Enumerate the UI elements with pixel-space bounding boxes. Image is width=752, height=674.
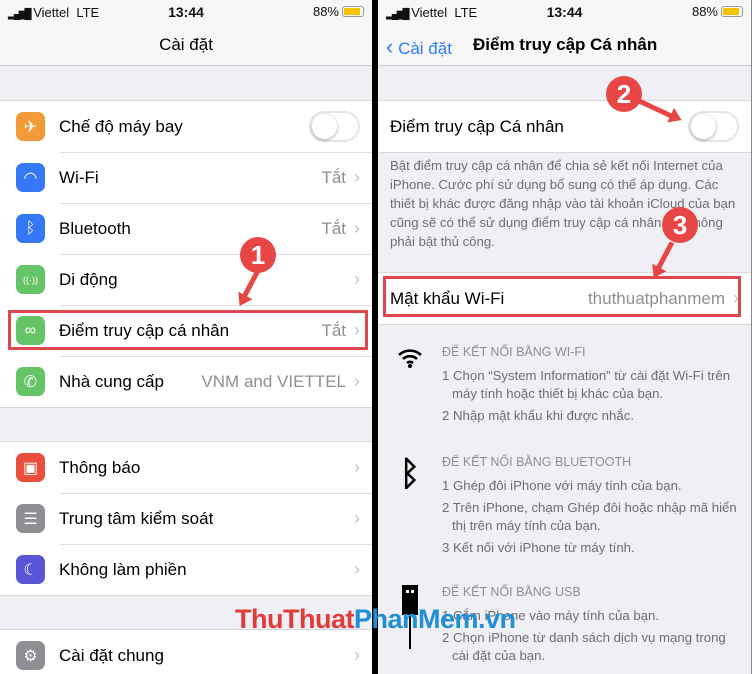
settings-row-bluetooth[interactable]: ᛒ Bluetooth Tắt › <box>0 203 372 254</box>
airplane-icon: ✈ <box>16 112 45 141</box>
chevron-right-icon: › <box>354 508 360 528</box>
back-button[interactable]: ‹ Cài đặt <box>386 34 452 60</box>
page-title: Cài đặt <box>159 35 213 54</box>
wifi-icon <box>396 345 424 376</box>
section-heading: ĐỂ KẾT NỐI BẰNG BLUETOOTH <box>442 455 632 469</box>
settings-row-control-center[interactable]: ☰ Trung tâm kiểm soát › <box>0 493 372 544</box>
airplane-mode-toggle[interactable] <box>309 111 360 142</box>
gear-icon: ⚙ <box>16 641 45 670</box>
settings-panel: ▂▄▆█ Viettel LTE 13:44 88% Cài đặt ✈ Chế … <box>0 0 372 674</box>
instruction-step: 1 Ghép đôi iPhone với máy tính của bạn. <box>442 478 682 493</box>
notification-icon: ▣ <box>16 453 45 482</box>
chevron-right-icon: › <box>354 645 360 665</box>
chevron-right-icon: › <box>354 269 360 289</box>
settings-group-2: ▣ Thông báo › ☰ Trung tâm kiểm soát › ☾ Không l… <box>0 441 372 596</box>
row-value: Tắt <box>321 218 346 238</box>
settings-row-cellular[interactable]: ((·)) Di động › <box>0 254 372 305</box>
chevron-right-icon: › <box>354 559 360 579</box>
row-value: VNM and VIETTEL <box>201 371 346 391</box>
section-heading: ĐỂ KẾT NỐI BẰNG WI-FI <box>442 345 586 359</box>
watermark: ThuThuatPhanMem.vn <box>235 604 516 634</box>
hotspot-panel: ▂▄▆█ Viettel LTE 13:44 88% ‹ Cài đặt Điể… <box>378 0 752 674</box>
settings-group-1: ✈ Chế độ máy bay ◠ Wi-Fi Tắt › ᛒ Bluetooth Tắt ›(… <box>0 100 372 408</box>
battery-percent: 88% <box>312 4 339 19</box>
status-bar: ▂▄▆█ Viettel LTE 13:44 88% <box>0 0 372 24</box>
highlight-box-1 <box>8 310 368 350</box>
nav-bar: Cài đặt <box>0 24 372 66</box>
annotation-badge-2: 2 <box>606 76 642 112</box>
settings-row-phone[interactable]: ✆ Nhà cung cấp VNM and VIETTEL › <box>0 356 372 407</box>
settings-group-3: ⚙ Cài đặt chung › <box>0 629 372 674</box>
settings-row-moon[interactable]: ☾ Không làm phiền › <box>0 544 372 595</box>
settings-row-wifi[interactable]: ◠ Wi-Fi Tắt › <box>0 152 372 203</box>
chevron-right-icon: › <box>354 167 360 187</box>
battery-icon <box>342 6 364 17</box>
chevron-right-icon: › <box>354 218 360 238</box>
nav-bar: ‹ Cài đặt Điểm truy cập Cá nhân <box>378 24 751 66</box>
page-title: Điểm truy cập Cá nhân <box>473 35 658 54</box>
cellular-icon: ((·)) <box>16 265 45 294</box>
moon-icon: ☾ <box>16 555 45 584</box>
section-heading: ĐỂ KẾT NỐI BẰNG USB <box>442 585 581 599</box>
instruction-step: 2 Nhập mật khẩu khi được nhắc. <box>442 408 634 423</box>
battery-icon <box>721 6 743 17</box>
phone-icon: ✆ <box>16 367 45 396</box>
settings-row-gear[interactable]: ⚙ Cài đặt chung › <box>0 630 372 674</box>
battery-percent: 88% <box>691 4 718 19</box>
control-center-icon: ☰ <box>16 504 45 533</box>
chevron-left-icon: ‹ <box>386 34 394 59</box>
divider <box>372 0 378 674</box>
instruction-step: 1 Chọn “System Information” từ cài đặt W… <box>442 368 731 401</box>
settings-row-notification[interactable]: ▣ Thông báo › <box>0 442 372 493</box>
status-bar: ▂▄▆█ Viettel LTE 13:44 88% <box>378 0 751 24</box>
annotation-badge-1: 1 <box>240 237 276 273</box>
annotation-badge-3: 3 <box>662 207 698 243</box>
chevron-right-icon: › <box>354 457 360 477</box>
instruction-step: 3 Kết nối với iPhone từ máy tính. <box>442 540 635 555</box>
bluetooth-icon: ᛒ <box>16 214 45 243</box>
settings-row-airplane[interactable]: ✈ Chế độ máy bay <box>0 101 372 152</box>
instruction-step: 2 Trên iPhone, chạm Ghép đôi hoặc nhập m… <box>442 500 737 533</box>
wifi-icon: ◠ <box>16 163 45 192</box>
hotspot-label: Điểm truy cập Cá nhân <box>390 116 564 136</box>
highlight-box-3 <box>383 276 741 317</box>
bluetooth-icon: ᛒ <box>399 455 421 493</box>
row-value: Tắt <box>321 167 346 187</box>
chevron-right-icon: › <box>354 371 360 391</box>
